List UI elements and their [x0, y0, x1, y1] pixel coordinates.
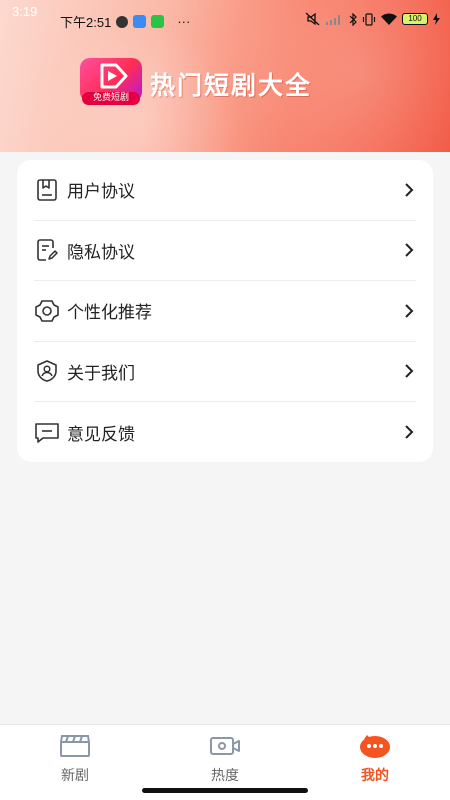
app-logo: 免费短剧 [80, 58, 142, 106]
menu-item-label: 意见反馈 [67, 424, 135, 445]
battery-icon: 100 [402, 13, 428, 25]
bluetooth-icon [349, 12, 357, 26]
app-notification-icon [116, 15, 129, 28]
logo-tag: 免费短剧 [82, 92, 140, 105]
app-title: 热门短剧大全 [150, 71, 313, 100]
message-icon [34, 419, 60, 445]
status-clock: 3:19 [12, 4, 38, 19]
video-camera-icon [208, 733, 242, 759]
wifi-icon [381, 13, 397, 25]
settings-menu: 用户协议 隐私协议 个性化推荐 关于我们 意见反馈 [17, 160, 433, 462]
notification-bar: 下午2:51 ··· [60, 12, 190, 31]
chevron-right-icon [402, 304, 416, 318]
nav-tab-label: 热度 [211, 768, 239, 784]
chevron-right-icon [402, 425, 416, 439]
nav-tab-label: 新剧 [61, 768, 89, 784]
charging-icon [433, 13, 440, 25]
notification-time: 下午2:51 [60, 15, 112, 30]
menu-item-label: 隐私协议 [67, 242, 135, 263]
menu-item-privacy-policy[interactable]: 隐私协议 [34, 221, 416, 281]
menu-item-label: 关于我们 [67, 363, 135, 384]
mascot-icon [358, 733, 392, 759]
message-notification-icon [133, 15, 147, 28]
vibrate-icon [362, 12, 376, 26]
app-screen: 3:19 下午2:51 ··· 100 免费短剧 热门短剧大全 用户协议 隐私协… [0, 0, 450, 800]
menu-item-label: 用户协议 [67, 182, 135, 203]
document-icon [34, 177, 60, 203]
wechat-notification-icon [151, 15, 165, 28]
mute-icon [305, 12, 320, 26]
play-icon [100, 63, 128, 89]
shield-user-icon [34, 358, 60, 384]
more-notifications: ··· [177, 14, 191, 29]
home-indicator[interactable] [142, 788, 308, 793]
clapperboard-icon [58, 733, 92, 759]
status-icons: 100 [305, 12, 440, 26]
chevron-right-icon [402, 183, 416, 197]
nav-tab-label: 我的 [361, 768, 389, 784]
menu-item-about-us[interactable]: 关于我们 [34, 342, 416, 402]
chevron-right-icon [402, 364, 416, 378]
nav-tab-new-dramas[interactable]: 新剧 [0, 725, 150, 800]
nav-tab-mine[interactable]: 我的 [300, 725, 450, 800]
signal-icon [326, 15, 340, 25]
header-banner: 3:19 下午2:51 ··· 100 免费短剧 热门短剧大全 [0, 0, 450, 152]
menu-item-feedback[interactable]: 意见反馈 [34, 402, 416, 463]
chevron-right-icon [402, 243, 416, 257]
settings-gear-icon [34, 298, 60, 324]
menu-item-user-agreement[interactable]: 用户协议 [34, 160, 416, 221]
menu-item-label: 个性化推荐 [67, 303, 152, 324]
menu-item-personalized-recommendation[interactable]: 个性化推荐 [34, 281, 416, 342]
battery-level: 100 [408, 14, 422, 23]
edit-document-icon [34, 237, 60, 263]
